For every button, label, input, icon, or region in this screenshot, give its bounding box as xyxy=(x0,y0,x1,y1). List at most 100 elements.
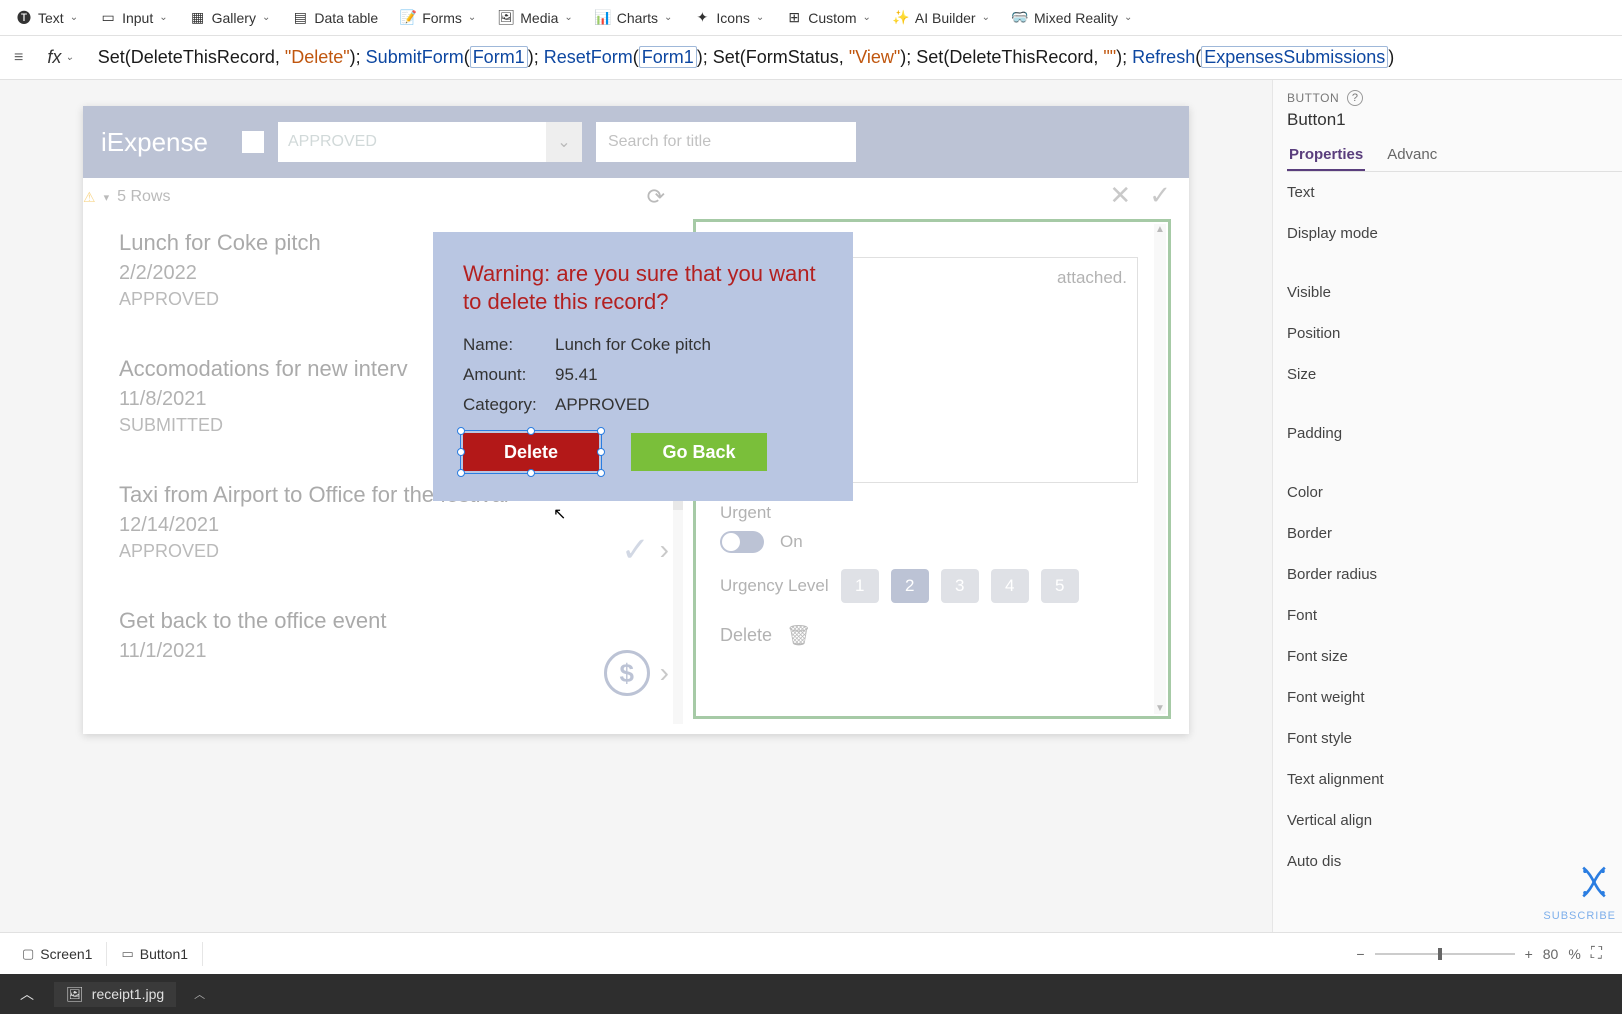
ribbon-media[interactable]: 🖼Media⌄ xyxy=(488,6,583,30)
ribbon-text[interactable]: 🅣Text⌄ xyxy=(6,6,88,30)
tab-properties[interactable]: Properties xyxy=(1287,140,1365,171)
gallery-icon: ▦ xyxy=(190,10,206,26)
chevron-down-icon: ⌄ xyxy=(159,12,167,23)
text-icon: 🅣 xyxy=(16,10,32,26)
formula-bar: ≡ fx⌄ Set(DeleteThisRecord, "Delete"); S… xyxy=(0,36,1622,80)
modal-warning-text: Warning: are you sure that you want to d… xyxy=(463,260,823,315)
formula-input[interactable]: Set(DeleteThisRecord, "Delete"); SubmitF… xyxy=(92,43,1614,72)
ribbon-aibuilder[interactable]: ✨AI Builder⌄ xyxy=(883,6,1000,30)
modal-category-row: Category: APPROVED xyxy=(463,395,823,415)
chevron-up-icon[interactable]: ︿ xyxy=(186,986,213,1002)
crumb-button-label: Button1 xyxy=(140,946,188,962)
modal-category-value: APPROVED xyxy=(555,395,649,415)
property-position[interactable]: Position xyxy=(1287,313,1622,354)
subscribe-watermark: SUBSCRIBE xyxy=(1543,910,1616,922)
property-visible[interactable]: Visible xyxy=(1287,272,1622,313)
chevron-down-icon: ⌄ xyxy=(664,12,672,23)
input-icon: ▭ xyxy=(100,10,116,26)
zoom-value: 80 xyxy=(1543,946,1559,962)
resize-handle[interactable] xyxy=(527,469,535,477)
resize-handle[interactable] xyxy=(597,427,605,435)
property-font-weight[interactable]: Font weight xyxy=(1287,677,1622,718)
ribbon-forms[interactable]: 📝Forms⌄ xyxy=(390,6,486,30)
modal-amount-value: 95.41 xyxy=(555,365,598,385)
ribbon-input[interactable]: ▭Input⌄ xyxy=(90,6,178,30)
file-icon: 🖼 xyxy=(66,986,84,1003)
chevron-down-icon: ⌄ xyxy=(982,12,990,23)
modal-name-label: Name: xyxy=(463,335,545,355)
ai-icon: ✨ xyxy=(893,10,909,26)
property-border-radius[interactable]: Border radius xyxy=(1287,554,1622,595)
tab-advanced[interactable]: Advanc xyxy=(1385,140,1439,171)
custom-icon: ⊞ xyxy=(786,10,802,26)
mouse-cursor-icon: ↖ xyxy=(553,504,566,524)
properties-tabs: Properties Advanc xyxy=(1287,140,1622,172)
ribbon-custom[interactable]: ⊞Custom⌄ xyxy=(776,6,881,30)
chevron-down-icon: ⌄ xyxy=(756,12,764,23)
resize-handle[interactable] xyxy=(457,469,465,477)
resize-handle[interactable] xyxy=(457,448,465,456)
breadcrumb-bar: ▢Screen1 ▭Button1 − + 80 % ⛶ SUBSCRIBE xyxy=(0,932,1622,974)
chevron-down-icon: ⌄ xyxy=(863,12,871,23)
fullscreen-icon[interactable]: ⛶ xyxy=(1591,945,1602,963)
property-text[interactable]: Text xyxy=(1287,172,1622,213)
resize-handle[interactable] xyxy=(597,448,605,456)
property-font[interactable]: Font xyxy=(1287,595,1622,636)
modal-delete-button[interactable]: Delete xyxy=(463,433,599,471)
resize-handle[interactable] xyxy=(527,427,535,435)
zoom-slider[interactable] xyxy=(1375,953,1515,955)
property-text-alignment[interactable]: Text alignment xyxy=(1287,759,1622,800)
form-icon: 📝 xyxy=(400,10,416,26)
ribbon-icons[interactable]: ✦Icons⌄ xyxy=(684,6,774,30)
property-font-style[interactable]: Font style xyxy=(1287,718,1622,759)
ribbon-charts[interactable]: 📊Charts⌄ xyxy=(585,6,683,30)
expand-up-icon[interactable]: ︿ xyxy=(10,980,44,1008)
delete-confirm-modal: Warning: are you sure that you want to d… xyxy=(433,232,853,501)
download-bar: ︿ 🖼 receipt1.jpg ︿ xyxy=(0,974,1622,1014)
property-vertical-align[interactable]: Vertical align xyxy=(1287,800,1622,841)
ribbon-datatable[interactable]: ▤Data table xyxy=(282,6,388,30)
media-icon: 🖼 xyxy=(498,10,514,26)
modal-name-value: Lunch for Coke pitch xyxy=(555,335,711,355)
zoom-controls: − + 80 % ⛶ xyxy=(1356,945,1614,963)
modal-category-label: Category: xyxy=(463,395,545,415)
mr-icon: 🥽 xyxy=(1012,10,1028,26)
ribbon-mixedreality[interactable]: 🥽Mixed Reality⌄ xyxy=(1002,6,1142,30)
property-size[interactable]: Size xyxy=(1287,354,1622,395)
chevron-down-icon: ⌄ xyxy=(262,12,270,23)
crumb-screen[interactable]: ▢ Screen1 xyxy=(8,942,107,966)
insert-ribbon: 🅣Text⌄ ▭Input⌄ ▦Gallery⌄ ▤Data table 📝Fo… xyxy=(0,0,1622,36)
zoom-in-icon[interactable]: + xyxy=(1525,946,1533,962)
chevron-down-icon: ⌄ xyxy=(65,52,73,63)
resize-handle[interactable] xyxy=(457,427,465,435)
screen-icon: ▢ xyxy=(22,946,34,962)
modal-goback-button[interactable]: Go Back xyxy=(631,433,767,471)
help-icon[interactable]: ? xyxy=(1347,90,1363,106)
properties-type-label: BUTTON xyxy=(1287,91,1339,105)
chart-icon: 📊 xyxy=(595,10,611,26)
app-canvas[interactable]: iExpense APPROVED ⌄ ⚠ ▾ 5 Rows xyxy=(83,106,1189,734)
property-color[interactable]: Color xyxy=(1287,472,1622,513)
canvas-wrap: iExpense APPROVED ⌄ ⚠ ▾ 5 Rows xyxy=(0,80,1272,932)
table-icon: ▤ xyxy=(292,10,308,26)
chevron-down-icon: ⌄ xyxy=(564,12,572,23)
zoom-thumb[interactable] xyxy=(1438,948,1442,960)
modal-delete-label: Delete xyxy=(504,442,558,463)
crumb-screen-label: Screen1 xyxy=(40,946,92,962)
download-item[interactable]: 🖼 receipt1.jpg xyxy=(54,982,176,1007)
ribbon-gallery[interactable]: ▦Gallery⌄ xyxy=(180,6,281,30)
crumb-button[interactable]: ▭ Button1 xyxy=(107,942,203,966)
formula-menu-icon[interactable]: ≡ xyxy=(8,49,29,67)
property-border[interactable]: Border xyxy=(1287,513,1622,554)
property-font-size[interactable]: Font size xyxy=(1287,636,1622,677)
zoom-out-icon[interactable]: − xyxy=(1356,946,1364,962)
resize-handle[interactable] xyxy=(597,469,605,477)
property-display-mode[interactable]: Display mode xyxy=(1287,213,1622,254)
button-icon: ▭ xyxy=(121,946,133,962)
modal-amount-label: Amount: xyxy=(463,365,545,385)
property-auto-dis[interactable]: Auto dis xyxy=(1287,841,1622,882)
chevron-down-icon: ⌄ xyxy=(468,12,476,23)
download-filename: receipt1.jpg xyxy=(92,986,164,1002)
fx-label[interactable]: fx⌄ xyxy=(39,47,81,68)
property-padding[interactable]: Padding xyxy=(1287,413,1622,454)
